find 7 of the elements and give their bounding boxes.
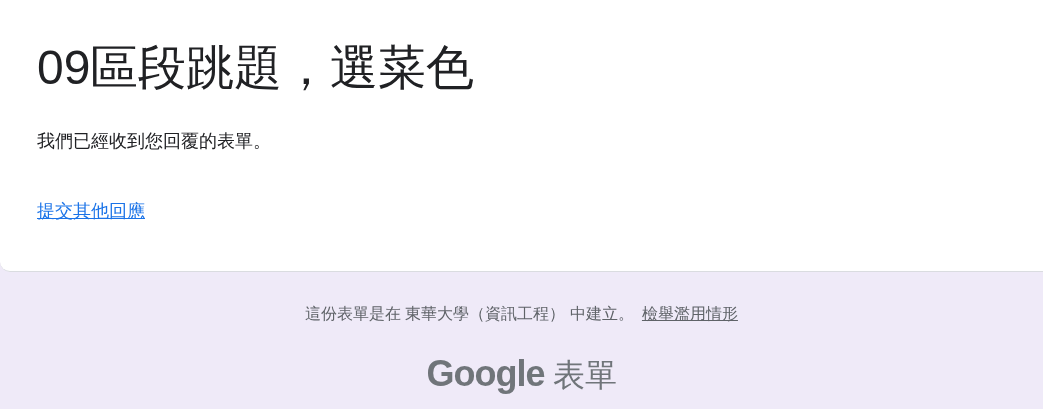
forms-label: 表單 (552, 356, 617, 395)
form-title: 09區段跳題，選菜色 (37, 40, 476, 96)
submit-another-link[interactable]: 提交其他回應 (37, 198, 145, 224)
report-abuse-link[interactable]: 檢舉濫用情形 (641, 302, 738, 326)
confirmation-message: 我們已經收到您回覆的表單。 (37, 130, 272, 153)
footer-notice: 這份表單是在 東華大學（資訊工程） 中建立。 (305, 304, 634, 324)
google-wordmark: Google (426, 354, 545, 394)
